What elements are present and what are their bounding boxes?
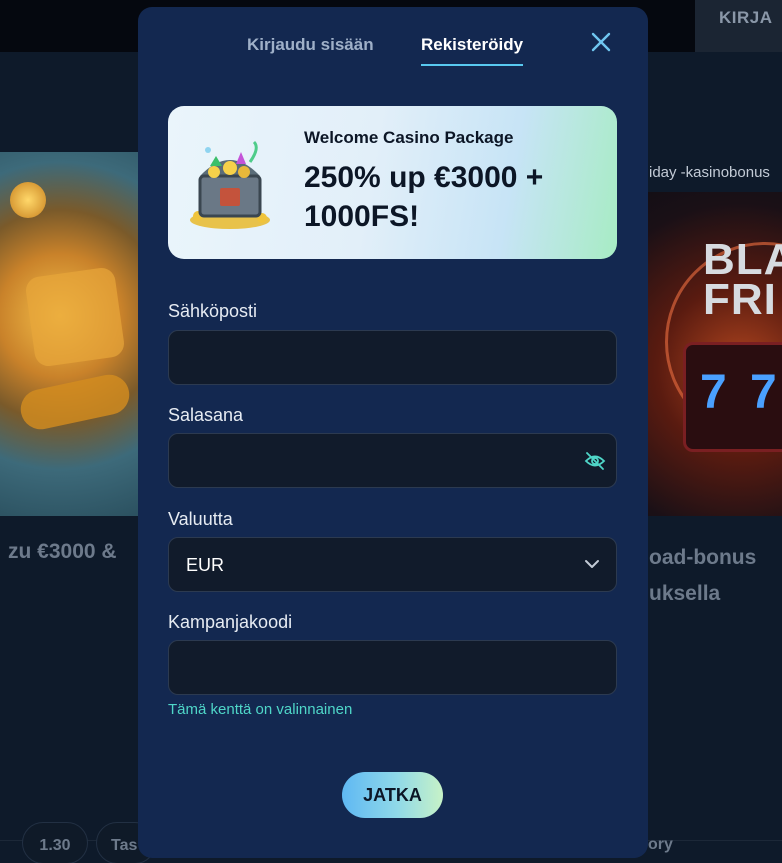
password-field-wrapper <box>168 433 617 488</box>
background-promo-card-right: BLA FRI 7 7 <box>645 152 782 516</box>
slot-symbol: 7 <box>750 366 777 419</box>
chevron-down-icon[interactable] <box>584 558 600 570</box>
tab-register[interactable]: Rekisteröidy <box>421 35 524 66</box>
currency-select[interactable]: EUR <box>168 537 617 592</box>
register-modal: Kirjaudu sisään Rekisteröidy Welcome Cas… <box>138 7 648 858</box>
promo-code-field-wrapper <box>168 640 617 695</box>
slot-symbol: 7 <box>700 366 727 419</box>
continue-button[interactable]: JATKA <box>342 772 443 818</box>
card-art <box>17 371 133 433</box>
promo-code-label: Kampanjakoodi <box>168 612 293 632</box>
background-pill: ory <box>648 836 673 853</box>
auth-tabs: Kirjaudu sisään Rekisteröidy <box>138 7 648 77</box>
promo-code-helper-text: Tämä kenttä on valinnainen <box>168 701 353 718</box>
treasure-chest-icon <box>190 140 270 229</box>
promo-headline: 250% up €3000 + 1000FS! <box>304 161 544 233</box>
card-art <box>24 266 126 368</box>
promo-code-field[interactable] <box>169 641 616 694</box>
email-field[interactable] <box>169 331 616 384</box>
currency-select-value[interactable]: EUR <box>169 538 616 591</box>
currency-label: Valuutta <box>168 509 233 529</box>
password-field[interactable] <box>169 434 616 487</box>
background-card-tag: iday -kasinobonus <box>645 152 782 192</box>
card-title-line: uksella <box>649 582 721 605</box>
coin-art <box>10 182 46 218</box>
welcome-package-banner: Welcome Casino Package 250% up €3000 + 1… <box>168 106 617 259</box>
email-label: Sähköposti <box>168 301 258 321</box>
slot-machine-art: 7 7 <box>683 342 782 452</box>
background-card-title-right: oad-bonus uksella <box>649 540 782 612</box>
tab-login[interactable]: Kirjaudu sisään <box>247 35 374 55</box>
eye-off-icon[interactable] <box>584 450 606 472</box>
background-card-title-left: zu €3000 & <box>8 540 117 563</box>
background-login-button: KIRJA <box>695 0 782 54</box>
password-label: Salasana <box>168 405 244 425</box>
close-button[interactable] <box>588 29 614 55</box>
background-pill: 1.30 <box>22 822 88 863</box>
card-art-title: BLA FRI <box>703 235 782 324</box>
promo-eyebrow: Welcome Casino Package <box>304 128 514 147</box>
email-field-wrapper <box>168 330 617 385</box>
background-promo-card-left <box>0 152 150 516</box>
card-title-line: oad-bonus <box>649 546 757 569</box>
close-icon <box>591 32 611 52</box>
